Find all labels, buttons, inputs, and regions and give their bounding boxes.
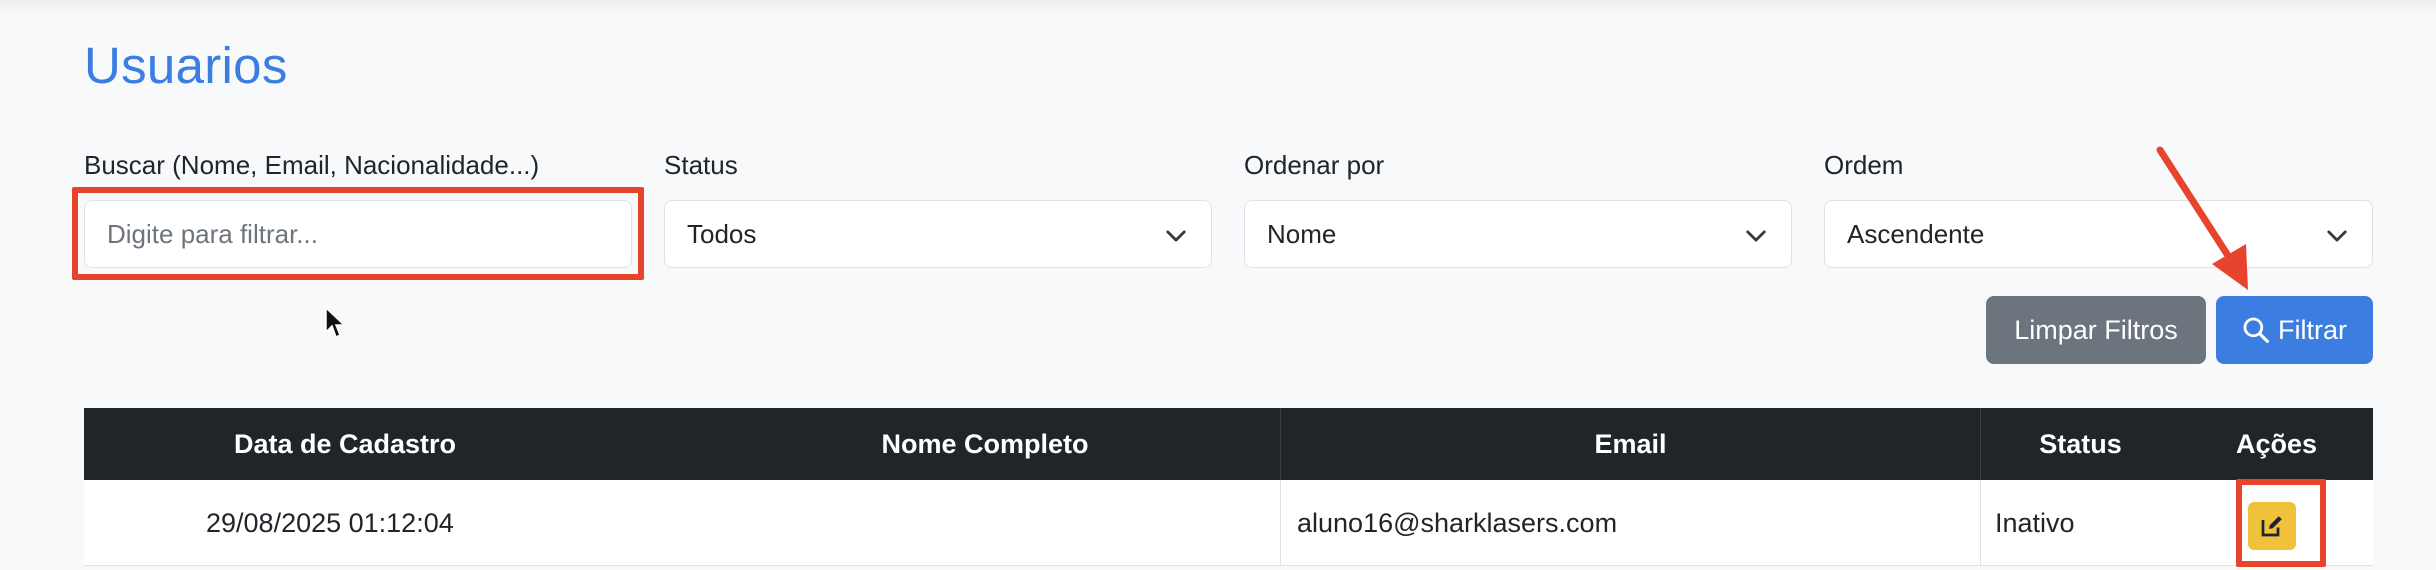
mouse-cursor-icon (325, 306, 346, 339)
chevron-down-icon (1166, 230, 1186, 242)
sort-by-label: Ordenar por (1244, 150, 1385, 180)
cell-email: aluno16@sharklasers.com (1280, 480, 1980, 566)
column-header-email[interactable]: Email (1280, 408, 1980, 480)
top-shadow (0, 0, 2436, 14)
chevron-down-icon (1746, 230, 1766, 242)
cell-date: 29/08/2025 01:12:04 (206, 507, 454, 538)
clear-filters-label: Limpar Filtros (2014, 314, 2178, 345)
search-icon (2243, 317, 2269, 343)
page-title: Usuarios (84, 37, 288, 94)
table-row: 29/08/2025 01:12:04 aluno16@sharklasers.… (84, 480, 2373, 566)
column-header-date[interactable]: Data de Cadastro (84, 408, 606, 480)
order-select[interactable]: Ascendente (1824, 200, 2373, 268)
chevron-down-icon (2327, 230, 2347, 242)
status-select-value: Todos (687, 218, 757, 249)
arrow-annotation-icon (2156, 146, 2248, 290)
filter-label: Filtrar (2278, 314, 2347, 345)
order-label: Ordem (1824, 150, 1904, 180)
sort-by-select-value: Nome (1267, 218, 1337, 249)
cell-name (606, 480, 1280, 566)
status-label: Status (664, 150, 738, 180)
search-label: Buscar (Nome, Email, Nacionalidade...) (84, 150, 540, 180)
sort-by-select[interactable]: Nome (1244, 200, 1792, 268)
column-header-name[interactable]: Nome Completo (606, 408, 1364, 480)
edit-user-button[interactable] (2248, 502, 2296, 550)
cell-status: Inativo (1980, 480, 2180, 566)
column-header-actions: Ações (2235, 428, 2318, 459)
search-placeholder: Digite para filtrar... (107, 218, 318, 249)
table-header: Data de Cadastro Nome Completo Email Sta… (84, 408, 2373, 480)
order-select-value: Ascendente (1847, 218, 1985, 249)
users-table: Data de Cadastro Nome Completo Email Sta… (84, 408, 2373, 566)
status-select[interactable]: Todos (664, 200, 1212, 268)
search-input[interactable]: Digite para filtrar... (84, 200, 632, 268)
filter-button[interactable]: Filtrar (2216, 296, 2373, 364)
clear-filters-button[interactable]: Limpar Filtros (1986, 296, 2206, 364)
column-header-status[interactable]: Status (1980, 408, 2180, 480)
edit-icon (2261, 516, 2282, 537)
